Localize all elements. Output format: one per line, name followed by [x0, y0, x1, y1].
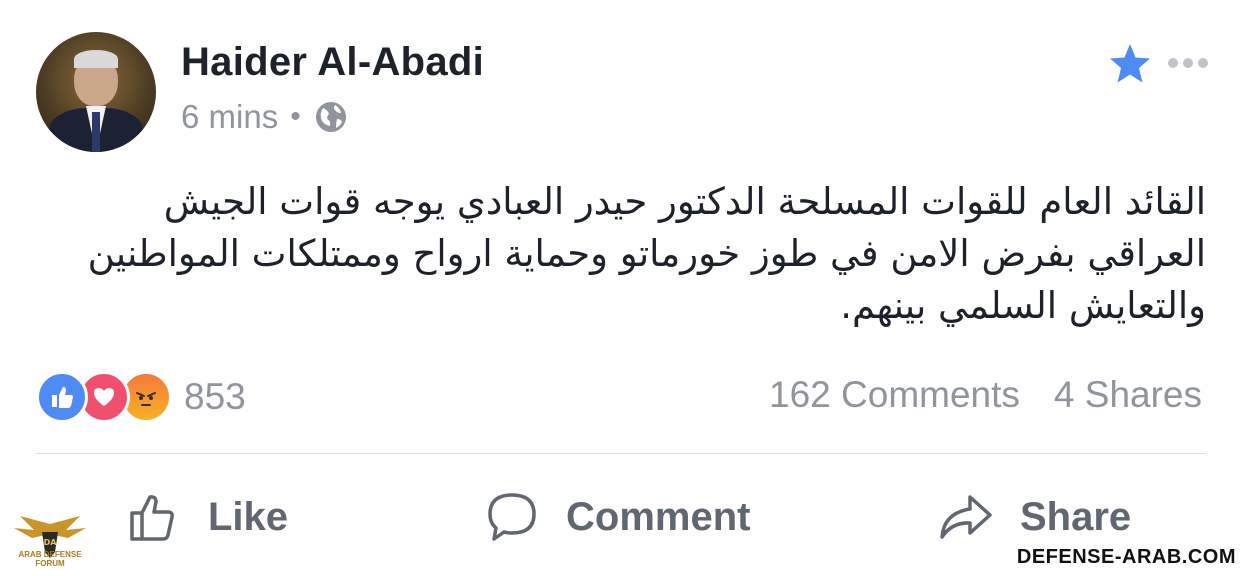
meta-separator: •: [290, 100, 301, 133]
comment-button-label: Comment: [566, 494, 751, 539]
watermark-url: DEFENSE-ARAB.COM: [1016, 546, 1236, 568]
comments-count-link[interactable]: 162 Comments: [769, 374, 1020, 416]
more-options-icon[interactable]: [1166, 50, 1210, 76]
avatar-tie: [92, 112, 100, 152]
globe-icon: [315, 102, 346, 132]
author-avatar[interactable]: [36, 32, 156, 152]
post-stats: 162 Comments 4 Shares: [769, 374, 1202, 416]
action-divider: [36, 453, 1206, 454]
watermark-logo: DA ARAB DEFENSE FORUM: [8, 510, 92, 572]
like-button-label: Like: [208, 494, 289, 539]
reactions-summary[interactable]: 853: [36, 371, 246, 423]
author-name[interactable]: Haider Al-Abadi: [181, 40, 484, 85]
thumbs-up-icon: [130, 495, 174, 541]
favorite-star-icon[interactable]: [1108, 42, 1152, 86]
watermark-logo-text: ARAB DEFENSE FORUM: [18, 550, 82, 568]
share-arrow-icon: [940, 495, 992, 539]
share-button[interactable]: Share: [938, 484, 1131, 550]
post-meta: 6 mins •: [181, 98, 349, 136]
shares-count-link[interactable]: 4 Shares: [1054, 374, 1202, 416]
post-body-text: القائد العام للقوات المسلحة الدكتور حيدر…: [87, 180, 1206, 327]
post-timestamp[interactable]: 6 mins: [181, 98, 278, 136]
avatar-hair: [74, 50, 118, 68]
like-button[interactable]: Like: [126, 484, 288, 550]
share-button-label: Share: [1020, 494, 1132, 539]
svg-text:DA: DA: [44, 538, 58, 547]
comment-button[interactable]: Comment: [484, 484, 750, 550]
comment-bubble-icon: [488, 493, 536, 541]
like-reaction-icon: [36, 371, 88, 423]
reaction-count: 853: [184, 376, 246, 417]
